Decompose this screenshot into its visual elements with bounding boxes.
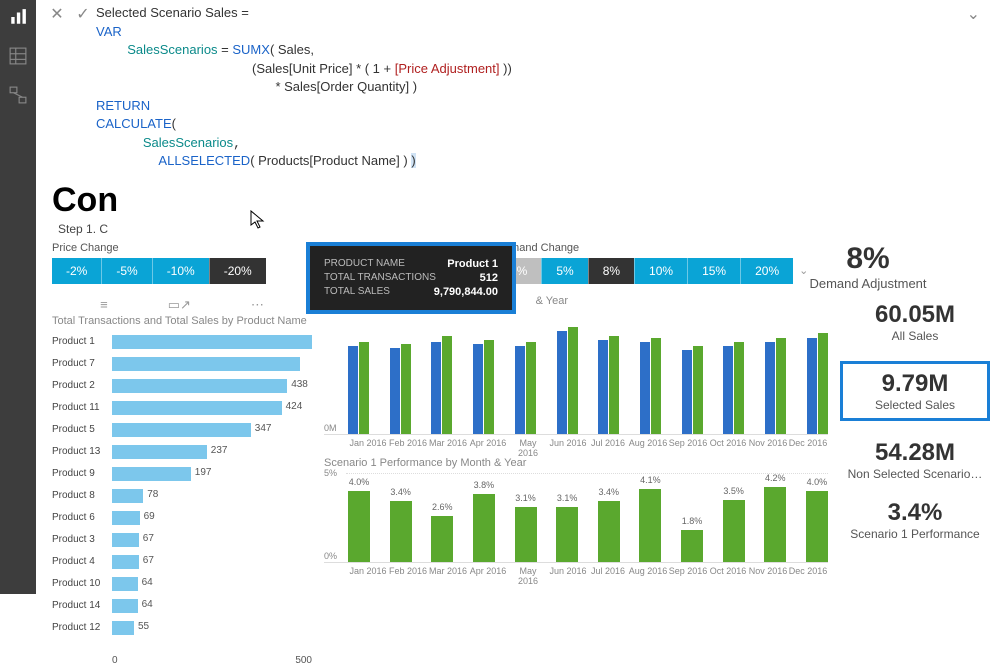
cancel-icon[interactable]: ✕ (44, 4, 70, 24)
demand-option[interactable]: 8% (588, 258, 634, 284)
demand-option[interactable]: 10% (634, 258, 687, 284)
commit-icon[interactable]: ✓ (70, 4, 96, 24)
bar-label: Product 10 (52, 578, 112, 589)
price-option[interactable]: -2% (52, 258, 101, 284)
kpi-cards: 60.05MAll Sales 9.79MSelected Sales 54.28M… (840, 295, 990, 666)
kpi-card[interactable]: 3.4%Scenario 1 Performance (840, 499, 990, 541)
cursor-icon (250, 210, 266, 230)
bar-label: Product 13 (52, 446, 112, 457)
bar-label: Product 6 (52, 512, 112, 523)
demand-option[interactable]: 5% (541, 258, 587, 284)
step-text: Step 1. C (36, 220, 994, 236)
kpi-card[interactable]: 54.28MNon Selected Scenario… (840, 439, 990, 481)
scenario-performance-chart[interactable]: Scenario 1 Performance by Month & Year 5… (324, 457, 828, 573)
price-change-title: Price Change (52, 242, 302, 254)
report-view-icon[interactable] (9, 8, 27, 31)
more-icon[interactable]: ⋯ (251, 297, 264, 313)
bar-label: Product 7 (52, 358, 112, 369)
monthly-comparison-chart[interactable]: & Year 0M Jan 2016Feb 2016Mar 2016Apr 20… (324, 295, 828, 445)
bar-label: Product 4 (52, 556, 112, 567)
page-title: Con (36, 175, 994, 220)
kpi-card[interactable]: 60.05MAll Sales (840, 301, 990, 343)
demand-change-slicer: 2%5%8%10%15%20% (496, 258, 793, 284)
bar-label: Product 1 (52, 336, 112, 347)
price-option[interactable]: -20% (209, 258, 266, 284)
side-rail (0, 0, 36, 594)
demand-option[interactable]: 15% (687, 258, 740, 284)
kpi-card[interactable]: 9.79MSelected Sales (840, 361, 990, 421)
price-option[interactable]: -10% (152, 258, 209, 284)
bar-label: Product 11 (52, 402, 112, 413)
demand-adjustment-value: 8% (758, 242, 978, 276)
bar-label: Product 9 (52, 468, 112, 479)
bar-label: Product 5 (52, 424, 112, 435)
drill-icon[interactable]: ≡ (100, 297, 108, 313)
dax-code[interactable]: Selected Scenario Sales = VAR SalesScena… (96, 4, 961, 171)
data-view-icon[interactable] (9, 47, 27, 70)
bar-label: Product 2 (52, 380, 112, 391)
export-icon[interactable]: ▭↗ (168, 297, 191, 313)
price-change-slicer: -2%-5%-10%-20% (52, 258, 302, 284)
bar-label: Product 14 (52, 600, 112, 611)
datapoint-tooltip: PRODUCT NAMEProduct 1TOTAL TRANSACTIONS5… (306, 242, 516, 314)
formula-bar: ✕ ✓ Selected Scenario Sales = VAR SalesS… (36, 0, 994, 175)
product-bar-chart[interactable]: Product 1Product 7Product 2438Product 11… (52, 331, 312, 655)
price-option[interactable]: -5% (101, 258, 151, 284)
left-chart-title: Total Transactions and Total Sales by Pr… (52, 315, 312, 327)
bar-label: Product 3 (52, 534, 112, 545)
bar-label: Product 8 (52, 490, 112, 501)
model-view-icon[interactable] (9, 86, 27, 109)
collapse-icon[interactable]: ⌄ (961, 4, 986, 24)
demand-adjustment-label: Demand Adjustment (758, 276, 978, 291)
demand-change-title: Demand Change (496, 242, 746, 254)
bar-label: Product 12 (52, 622, 112, 633)
